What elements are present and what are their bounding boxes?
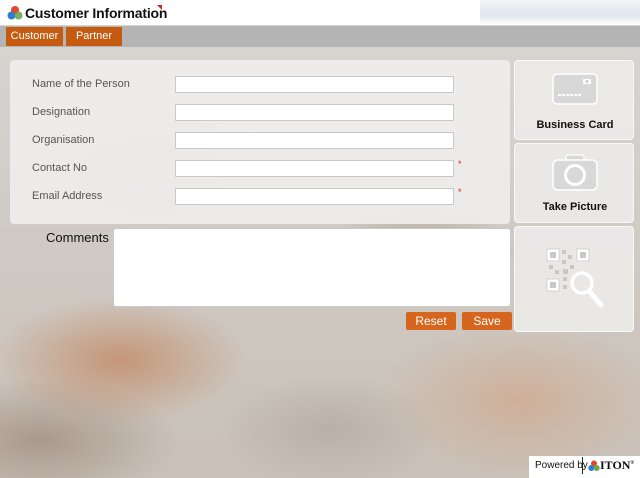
email-label: Email Address	[32, 190, 103, 202]
reset-button[interactable]: Reset	[406, 312, 456, 330]
title-corner-mark	[157, 5, 162, 10]
tab-partner[interactable]: Partner	[66, 27, 122, 46]
qr-scan-button[interactable]	[514, 226, 634, 332]
business-card-icon	[552, 73, 598, 105]
name-label: Name of the Person	[32, 78, 130, 90]
header-decoration	[480, 0, 640, 25]
contact-required-mark: *	[458, 159, 462, 169]
camera-icon	[552, 154, 598, 191]
comments-textarea[interactable]	[113, 228, 511, 307]
save-button[interactable]: Save	[462, 312, 512, 330]
business-card-label: Business Card	[536, 119, 614, 131]
footer-brand: ITON®	[600, 458, 635, 472]
footer-brand-text: ITON	[600, 458, 631, 472]
organisation-input[interactable]	[175, 132, 454, 149]
app-logo-icon	[7, 6, 23, 20]
designation-input[interactable]	[175, 104, 454, 121]
email-input[interactable]	[175, 188, 454, 205]
take-picture-button[interactable]: Take Picture	[514, 143, 634, 223]
name-input[interactable]	[175, 76, 454, 93]
qr-scan-icon	[546, 248, 604, 308]
take-picture-label: Take Picture	[542, 201, 608, 213]
powered-by-text: Powered by	[535, 460, 588, 471]
business-card-button[interactable]: Business Card	[514, 60, 634, 140]
contact-input[interactable]	[175, 160, 454, 177]
email-required-mark: *	[458, 187, 462, 197]
organisation-label: Organisation	[32, 134, 95, 146]
comments-label: Comments	[46, 230, 109, 245]
contact-label: Contact No	[32, 162, 88, 174]
footer-divider	[582, 457, 583, 474]
designation-label: Designation	[32, 106, 91, 118]
page-title: Customer Information	[25, 5, 168, 21]
iton-logo-icon	[588, 460, 600, 471]
tab-customer[interactable]: Customer	[6, 27, 63, 46]
